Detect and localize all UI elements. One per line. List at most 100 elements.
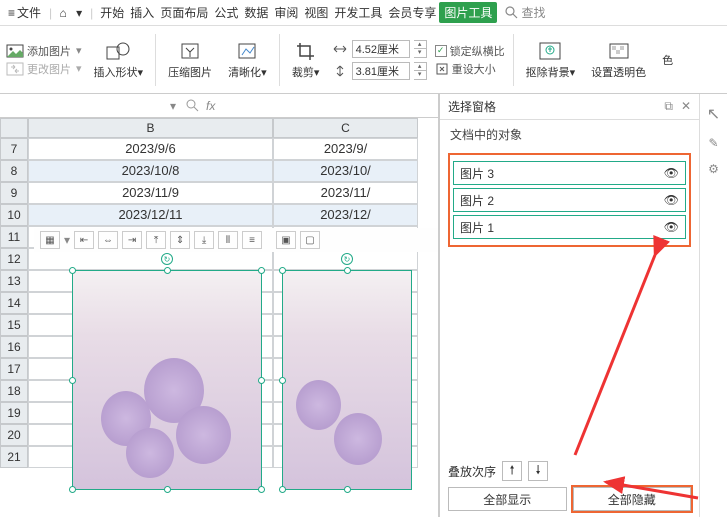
row-header[interactable]: 8: [0, 160, 28, 182]
tab-member[interactable]: 会员专享: [385, 2, 439, 23]
color-button[interactable]: 色: [658, 50, 673, 70]
fx-label[interactable]: fx: [206, 99, 215, 113]
remove-bg-button[interactable]: 抠除背景▾: [522, 38, 580, 82]
embedded-image-2[interactable]: ↻: [282, 270, 412, 490]
rotate-handle[interactable]: ↻: [161, 253, 173, 265]
cell[interactable]: 2023/12/11: [28, 204, 273, 226]
row-header[interactable]: 10: [0, 204, 28, 226]
spreadsheet-grid[interactable]: B C 7 2023/9/6 2023/9/ 8 2023/10/8 2023/…: [0, 118, 438, 517]
move-down-button[interactable]: 🠗: [528, 461, 548, 481]
group[interactable]: ▣: [276, 231, 296, 249]
pic-tool-1[interactable]: ▦: [40, 231, 60, 249]
cell[interactable]: 2023/11/9: [28, 182, 273, 204]
hide-all-button[interactable]: 全部隐藏: [573, 487, 692, 511]
popout-icon[interactable]: ⧉: [664, 99, 673, 114]
cell[interactable]: 2023/12/: [273, 204, 418, 226]
search-icon[interactable]: [186, 99, 200, 113]
align-center-h[interactable]: ⇔: [98, 231, 118, 249]
row-header[interactable]: 18: [0, 380, 28, 402]
object-item[interactable]: 图片 2👁: [453, 188, 686, 212]
tab-data[interactable]: 数据: [241, 2, 271, 23]
row-header[interactable]: 17: [0, 358, 28, 380]
row-header[interactable]: 13: [0, 270, 28, 292]
row-header[interactable]: 11: [0, 226, 28, 248]
chevron-down-icon[interactable]: ▾: [72, 6, 86, 20]
name-box[interactable]: ▾: [0, 95, 180, 117]
object-item[interactable]: 图片 3👁: [453, 161, 686, 185]
resize-handle[interactable]: [279, 486, 286, 493]
row-header[interactable]: 21: [0, 446, 28, 468]
resize-handle[interactable]: [164, 486, 171, 493]
tab-layout[interactable]: 页面布局: [157, 2, 211, 23]
search-button[interactable]: 查找: [505, 4, 545, 21]
sharpen-button[interactable]: 清晰化▾: [224, 38, 271, 82]
cell[interactable]: 2023/10/8: [28, 160, 273, 182]
row-header[interactable]: 7: [0, 138, 28, 160]
eye-icon[interactable]: 👁: [664, 220, 679, 234]
height-input[interactable]: 3.81厘米: [352, 62, 410, 80]
object-item[interactable]: 图片 1👁: [453, 215, 686, 239]
resize-handle[interactable]: [279, 267, 286, 274]
transparent-button[interactable]: 设置透明色: [587, 38, 650, 82]
eye-icon[interactable]: 👁: [664, 193, 679, 207]
insert-shape-button[interactable]: 插入形状▾: [90, 38, 148, 82]
resize-handle[interactable]: [344, 486, 351, 493]
resize-handle[interactable]: [69, 486, 76, 493]
resize-handle[interactable]: [69, 377, 76, 384]
corner-cell[interactable]: [0, 118, 28, 138]
eye-icon[interactable]: 👁: [664, 166, 679, 180]
distribute-v[interactable]: ≡: [242, 231, 262, 249]
align-right[interactable]: ⇥: [122, 231, 142, 249]
width-spinner[interactable]: ▴▾: [414, 40, 427, 58]
row-header[interactable]: 14: [0, 292, 28, 314]
align-top[interactable]: ⤒: [146, 231, 166, 249]
tab-formula[interactable]: 公式: [211, 2, 241, 23]
tab-picture-tools[interactable]: 图片工具: [439, 2, 497, 23]
tab-insert[interactable]: 插入: [127, 2, 157, 23]
row-header[interactable]: 15: [0, 314, 28, 336]
reset-size-button[interactable]: 重设大小: [435, 61, 505, 77]
style-tool-icon[interactable]: ✎: [708, 136, 718, 150]
resize-handle[interactable]: [164, 267, 171, 274]
align-bottom[interactable]: ⤓: [194, 231, 214, 249]
tab-dev[interactable]: 开发工具: [331, 2, 385, 23]
move-up-button[interactable]: 🠕: [502, 461, 522, 481]
lock-ratio-checkbox[interactable]: ✓锁定纵横比: [435, 43, 505, 59]
home-icon[interactable]: ⌂: [56, 6, 70, 20]
crop-button[interactable]: 裁剪▾: [288, 38, 324, 82]
resize-handle[interactable]: [279, 377, 286, 384]
resize-handle[interactable]: [258, 486, 265, 493]
ungroup[interactable]: ▢: [300, 231, 320, 249]
distribute-h[interactable]: ⫴: [218, 231, 238, 249]
row-header[interactable]: 19: [0, 402, 28, 424]
cell[interactable]: 2023/10/: [273, 160, 418, 182]
cell[interactable]: 2023/11/: [273, 182, 418, 204]
embedded-image-1[interactable]: ↻: [72, 270, 262, 490]
add-image-button[interactable]: 添加图片▾: [6, 43, 82, 59]
tab-start[interactable]: 开始: [97, 2, 127, 23]
cursor-tool-icon[interactable]: ↖: [707, 104, 720, 124]
row-header[interactable]: 16: [0, 336, 28, 358]
align-middle[interactable]: ⇕: [170, 231, 190, 249]
resize-handle[interactable]: [258, 377, 265, 384]
col-header-c[interactable]: C: [273, 118, 418, 138]
compress-button[interactable]: 压缩图片: [164, 38, 216, 82]
cell[interactable]: 2023/9/: [273, 138, 418, 160]
resize-handle[interactable]: [258, 267, 265, 274]
rotate-handle[interactable]: ↻: [341, 253, 353, 265]
cell[interactable]: 2023/9/6: [28, 138, 273, 160]
app-menu-button[interactable]: ≡文件: [4, 2, 45, 23]
row-header[interactable]: 20: [0, 424, 28, 446]
change-image-button[interactable]: 更改图片▾: [6, 61, 82, 77]
height-spinner[interactable]: ▴▾: [414, 62, 427, 80]
width-input[interactable]: 4.52厘米: [352, 40, 410, 58]
row-header[interactable]: 9: [0, 182, 28, 204]
resize-handle[interactable]: [69, 267, 76, 274]
col-header-b[interactable]: B: [28, 118, 273, 138]
close-icon[interactable]: ✕: [681, 99, 691, 114]
tab-review[interactable]: 审阅: [271, 2, 301, 23]
resize-handle[interactable]: [344, 267, 351, 274]
row-header[interactable]: 12: [0, 248, 28, 270]
tab-view[interactable]: 视图: [301, 2, 331, 23]
settings-tool-icon[interactable]: ⚙: [708, 162, 719, 176]
